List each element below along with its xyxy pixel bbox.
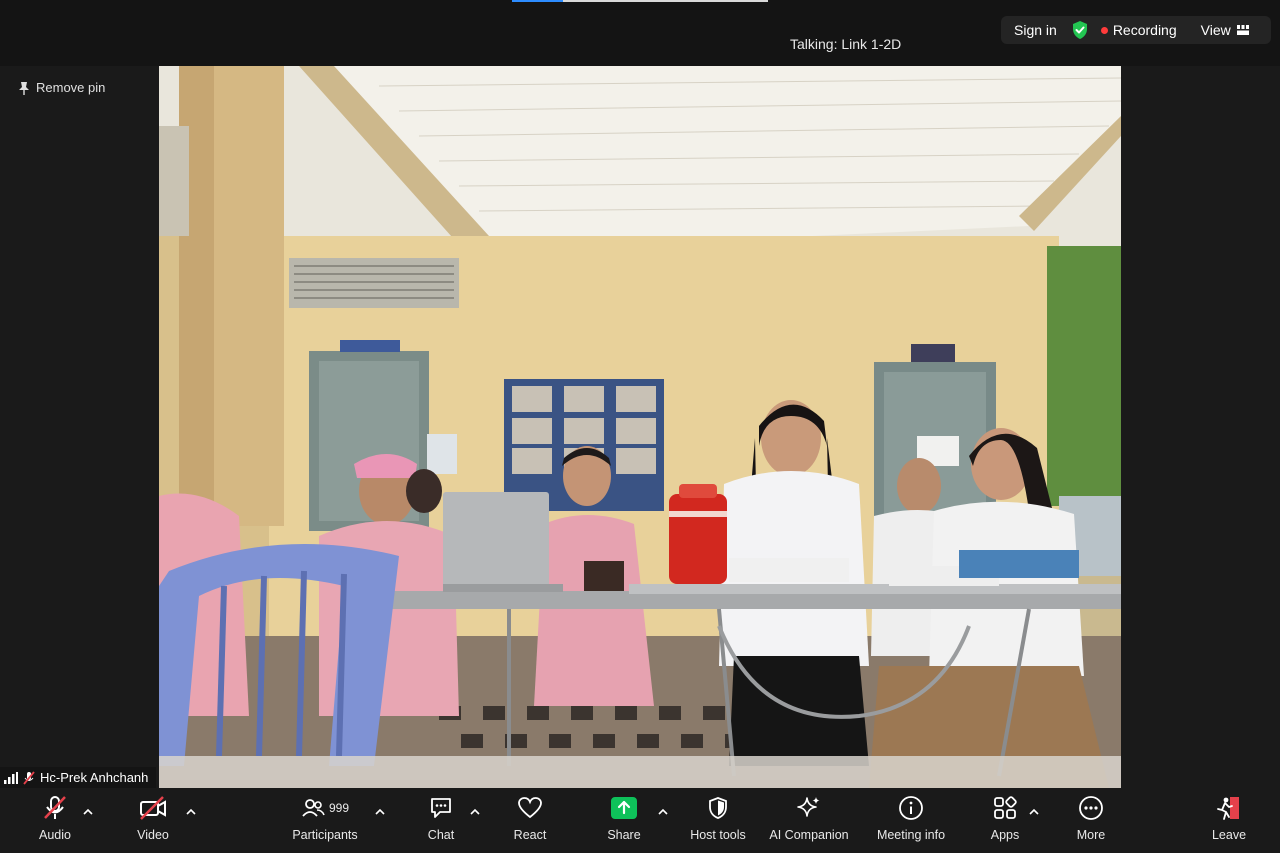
recording-label: Recording bbox=[1112, 22, 1177, 38]
host-tools-button[interactable]: Host tools bbox=[685, 788, 751, 853]
react-label: React bbox=[513, 828, 547, 842]
grid-view-icon bbox=[1236, 25, 1249, 35]
chat-button[interactable]: Chat bbox=[420, 788, 462, 853]
chat-options-caret-icon[interactable] bbox=[470, 808, 480, 816]
more-label: More bbox=[1076, 828, 1106, 842]
pinned-video-feed[interactable] bbox=[159, 66, 1121, 788]
chat-icon bbox=[428, 788, 454, 828]
leave-label: Leave bbox=[1211, 828, 1247, 842]
apps-button[interactable]: Apps bbox=[984, 788, 1026, 853]
more-button[interactable]: More bbox=[1069, 788, 1113, 853]
leave-door-icon bbox=[1215, 788, 1243, 828]
encryption-shield-icon[interactable] bbox=[1071, 20, 1089, 40]
audio-button[interactable]: Audio bbox=[30, 788, 80, 853]
share-options-caret-icon[interactable] bbox=[658, 808, 668, 816]
video-options-caret-icon[interactable] bbox=[186, 808, 196, 816]
heart-icon bbox=[517, 788, 543, 828]
share-label: Share bbox=[607, 828, 641, 842]
share-progress-bar bbox=[512, 0, 768, 2]
sign-in-button[interactable]: Sign in bbox=[1014, 22, 1057, 38]
sparkle-icon bbox=[796, 788, 822, 828]
audio-label: Audio bbox=[39, 828, 71, 842]
recording-dot-icon bbox=[1100, 26, 1108, 34]
pin-icon bbox=[19, 81, 29, 95]
signal-strength-icon bbox=[4, 771, 18, 784]
share-progress-fill bbox=[512, 0, 564, 2]
meeting-info-button[interactable]: Meeting info bbox=[871, 788, 951, 853]
top-right-controls: Sign in Recording View bbox=[1001, 16, 1271, 44]
muted-microphone-icon bbox=[41, 788, 69, 828]
more-dots-icon bbox=[1078, 788, 1104, 828]
chat-label: Chat bbox=[427, 828, 455, 842]
meeting-info-label: Meeting info bbox=[876, 828, 946, 842]
participant-name: Hc-Prek Anhchanh bbox=[40, 770, 149, 785]
participants-icon-group: 999 bbox=[301, 788, 349, 828]
leave-button[interactable]: Leave bbox=[1207, 788, 1251, 853]
recording-indicator[interactable]: Recording bbox=[1100, 22, 1177, 38]
participant-name-tag: Hc-Prek Anhchanh bbox=[0, 767, 156, 788]
share-button[interactable]: Share bbox=[603, 788, 645, 853]
info-icon bbox=[898, 788, 924, 828]
participants-count: 999 bbox=[328, 801, 350, 815]
host-tools-label: Host tools bbox=[690, 828, 746, 842]
top-bar: Talking: Link 1-2D Sign in Recording Vie… bbox=[0, 0, 1280, 66]
muted-mic-icon bbox=[23, 770, 35, 785]
remove-pin-label: Remove pin bbox=[36, 80, 106, 95]
apps-options-caret-icon[interactable] bbox=[1029, 808, 1039, 816]
apps-icon bbox=[992, 788, 1018, 828]
view-label: View bbox=[1200, 22, 1231, 38]
apps-label: Apps bbox=[990, 828, 1020, 842]
participants-button[interactable]: 999 Participants bbox=[287, 788, 363, 853]
participants-label: Participants bbox=[292, 828, 358, 842]
video-label: Video bbox=[137, 828, 169, 842]
video-off-icon bbox=[138, 788, 168, 828]
ai-companion-button[interactable]: AI Companion bbox=[765, 788, 853, 853]
participants-icon bbox=[302, 799, 325, 817]
talking-indicator: Talking: Link 1-2D bbox=[790, 36, 902, 52]
remove-pin-button[interactable]: Remove pin bbox=[18, 80, 105, 95]
view-button[interactable]: View bbox=[1201, 22, 1249, 38]
audio-options-caret-icon[interactable] bbox=[83, 808, 93, 816]
shield-icon bbox=[707, 788, 729, 828]
video-scene bbox=[159, 66, 1121, 788]
react-button[interactable]: React bbox=[508, 788, 552, 853]
video-button[interactable]: Video bbox=[128, 788, 178, 853]
ai-companion-label: AI Companion bbox=[769, 828, 849, 842]
share-screen-icon bbox=[611, 788, 637, 828]
meeting-toolbar: Audio Video 999 Participants Chat React … bbox=[0, 788, 1280, 853]
participants-options-caret-icon[interactable] bbox=[375, 808, 385, 816]
